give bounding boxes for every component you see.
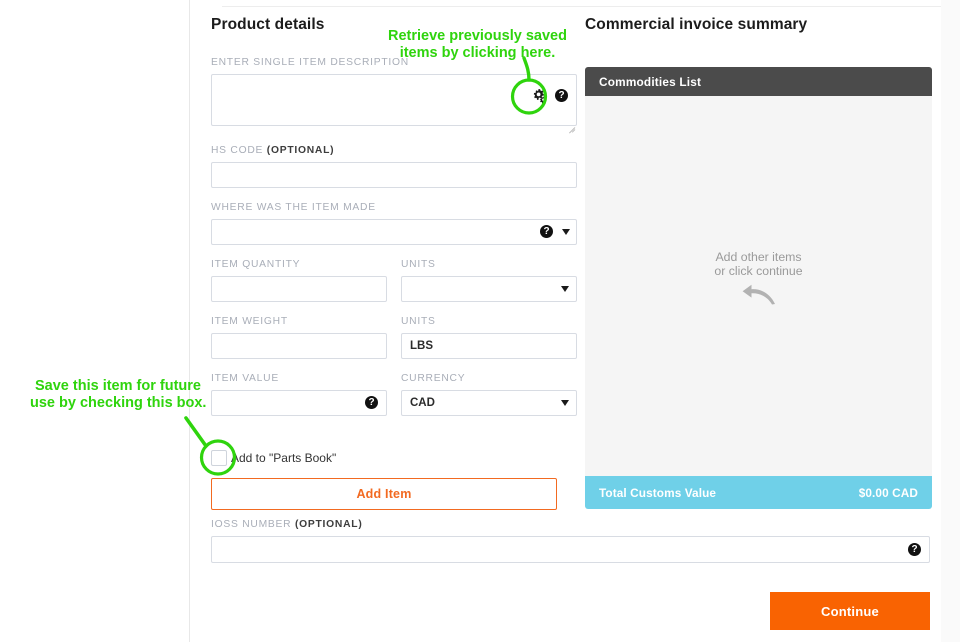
field-hs-code: HS CODE (OPTIONAL) <box>211 145 577 188</box>
parts-book-row: Add to "Parts Book" <box>211 450 336 466</box>
label-hs-code: HS CODE (OPTIONAL) <box>211 145 577 156</box>
commodities-panel-body: Add other items or click continue <box>585 96 932 476</box>
item-origin-input[interactable] <box>211 218 577 245</box>
item-value-input[interactable] <box>211 389 387 416</box>
parts-book-checkbox[interactable] <box>211 450 227 466</box>
label-weight-units: UNITS <box>401 315 436 327</box>
gear-icon[interactable] <box>531 88 547 104</box>
label-currency: CURRENCY <box>401 372 466 384</box>
empty-state-line-2: or click continue <box>714 263 803 278</box>
weight-units-input[interactable] <box>401 332 577 359</box>
field-currency: CURRENCY <box>401 373 577 416</box>
currency-chevron-down-icon[interactable] <box>561 399 569 406</box>
label-item-description: ENTER SINGLE ITEM DESCRIPTION <box>211 56 409 68</box>
label-hs-code-optional: (OPTIONAL) <box>266 144 335 156</box>
row-quantity: ITEM QUANTITY UNITS <box>211 259 577 302</box>
total-customs-value-label: Total Customs Value <box>599 485 717 500</box>
item-quantity-input[interactable] <box>211 275 387 302</box>
field-item-value: ITEM VALUE ? <box>211 373 387 416</box>
commodities-list-label: Commodities List <box>599 74 702 89</box>
field-ioss-number: IOSS NUMBER (OPTIONAL) ? <box>211 519 930 563</box>
item-description-input[interactable] <box>211 73 577 126</box>
total-customs-value-bar: Total Customs Value $0.00 CAD <box>585 476 932 509</box>
item-weight-input[interactable] <box>211 332 387 359</box>
row-value: ITEM VALUE ? CURRENCY <box>211 373 577 416</box>
add-item-button[interactable]: Add Item <box>211 478 557 510</box>
field-quantity-units: UNITS <box>401 259 577 302</box>
label-ioss-number: IOSS NUMBER (OPTIONAL) <box>211 519 930 530</box>
field-item-description: ENTER SINGLE ITEM DESCRIPTION ? <box>211 56 577 134</box>
label-item-value: ITEM VALUE <box>211 372 279 384</box>
quantity-units-select[interactable] <box>401 275 577 302</box>
label-item-origin: WHERE WAS THE ITEM MADE <box>211 201 376 213</box>
ioss-number-input[interactable] <box>211 536 930 563</box>
currency-select[interactable] <box>401 389 577 416</box>
ioss-help-icon[interactable]: ? <box>908 543 921 556</box>
commodities-panel-header: Commodities List <box>585 67 932 96</box>
commodities-panel: Commodities List Add other items or clic… <box>585 67 932 509</box>
row-weight: ITEM WEIGHT UNITS <box>211 316 577 359</box>
field-weight-units: UNITS <box>401 316 577 359</box>
empty-state-line-1: Add other items <box>715 250 802 264</box>
right-gutter <box>941 0 960 642</box>
quantity-units-chevron-down-icon[interactable] <box>561 285 569 292</box>
field-item-weight: ITEM WEIGHT <box>211 316 387 359</box>
label-ioss-main: IOSS NUMBER <box>211 519 295 530</box>
description-help-icon[interactable]: ? <box>555 88 568 102</box>
left-gutter <box>0 0 190 642</box>
field-item-origin: WHERE WAS THE ITEM MADE ? <box>211 202 577 245</box>
hs-code-input[interactable] <box>211 161 577 188</box>
continue-button[interactable]: Continue <box>770 592 930 630</box>
total-customs-value-amount: $0.00 CAD <box>858 485 918 500</box>
label-hs-code-main: HS CODE <box>211 144 267 156</box>
field-item-quantity: ITEM QUANTITY <box>211 259 387 302</box>
label-item-weight: ITEM WEIGHT <box>211 315 288 327</box>
product-details-column: Product details ENTER SINGLE ITEM DESCRI… <box>211 16 577 416</box>
invoice-summary-title: Commercial invoice summary <box>585 16 808 33</box>
label-item-quantity: ITEM QUANTITY <box>211 258 301 270</box>
page-title: Product details <box>211 16 325 33</box>
content-card: Product details ENTER SINGLE ITEM DESCRI… <box>191 0 941 642</box>
page-root: Product details ENTER SINGLE ITEM DESCRI… <box>0 0 960 642</box>
label-ioss-optional: (OPTIONAL) <box>294 519 363 530</box>
invoice-summary-column: Commercial invoice summary Commodities L… <box>585 16 932 509</box>
empty-state-message: Add other items or click continue <box>585 250 932 278</box>
origin-chevron-down-icon[interactable] <box>562 228 570 235</box>
curved-left-arrow-icon <box>585 284 932 311</box>
parts-book-label: Add to "Parts Book" <box>231 451 337 465</box>
origin-help-icon[interactable]: ? <box>540 224 553 238</box>
item-value-help-icon[interactable]: ? <box>365 395 378 409</box>
top-divider <box>222 6 941 7</box>
label-quantity-units: UNITS <box>401 258 436 270</box>
